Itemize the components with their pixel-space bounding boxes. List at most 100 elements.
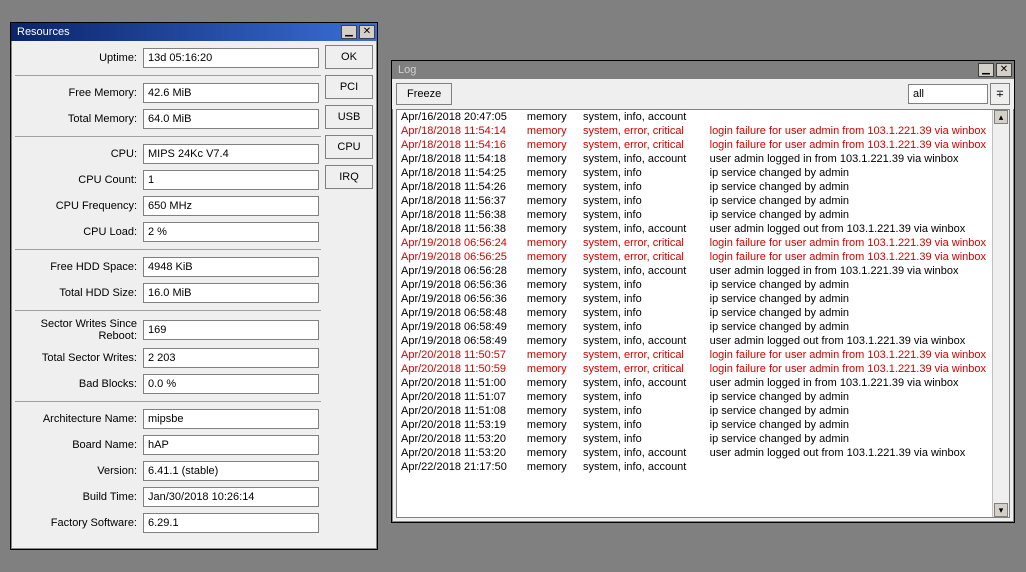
close-icon[interactable]: ✕	[359, 25, 375, 39]
log-buffer: memory	[523, 404, 579, 418]
log-message: ip service changed by admin	[706, 418, 992, 432]
log-row[interactable]: Apr/18/2018 11:56:38memorysystem, infoip…	[397, 208, 992, 222]
filter-select[interactable]: all	[908, 84, 988, 104]
log-message: login failure for user admin from 103.1.…	[706, 348, 992, 362]
log-buffer: memory	[523, 180, 579, 194]
field-label: CPU Frequency:	[15, 200, 143, 212]
log-time: Apr/18/2018 11:56:37	[397, 194, 523, 208]
usb-button[interactable]: USB	[325, 105, 373, 129]
log-row[interactable]: Apr/20/2018 11:53:20memorysystem, infoip…	[397, 432, 992, 446]
log-row[interactable]: Apr/19/2018 06:56:28memorysystem, info, …	[397, 264, 992, 278]
log-topics: system, info	[579, 404, 706, 418]
log-titlebar[interactable]: Log ▁ ✕	[392, 61, 1014, 79]
log-message: login failure for user admin from 103.1.…	[706, 250, 992, 264]
log-row[interactable]: Apr/19/2018 06:56:25memorysystem, error,…	[397, 250, 992, 264]
field-value: Jan/30/2018 10:26:14	[143, 487, 319, 507]
field-label: Sector Writes Since Reboot:	[15, 318, 143, 342]
log-title: Log	[394, 64, 416, 76]
field-label: CPU Count:	[15, 174, 143, 186]
log-time: Apr/18/2018 11:54:26	[397, 180, 523, 194]
log-topics: system, info	[579, 292, 706, 306]
log-time: Apr/19/2018 06:56:36	[397, 278, 523, 292]
log-topics: system, info, account	[579, 152, 706, 166]
log-row[interactable]: Apr/19/2018 06:56:24memorysystem, error,…	[397, 236, 992, 250]
field-label: Bad Blocks:	[15, 378, 143, 390]
field-label: Factory Software:	[15, 517, 143, 529]
log-topics: system, info, account	[579, 446, 706, 460]
log-row[interactable]: Apr/18/2018 11:54:18memorysystem, info, …	[397, 152, 992, 166]
pci-button[interactable]: PCI	[325, 75, 373, 99]
resources-titlebar[interactable]: Resources ▁ ✕	[11, 23, 377, 41]
log-topics: system, info	[579, 432, 706, 446]
log-time: Apr/20/2018 11:51:08	[397, 404, 523, 418]
log-time: Apr/19/2018 06:58:49	[397, 334, 523, 348]
log-scrollbar[interactable]: ▴ ▾	[992, 110, 1009, 517]
log-row[interactable]: Apr/22/2018 21:17:50memorysystem, info, …	[397, 460, 992, 474]
log-topics: system, error, critical	[579, 362, 706, 376]
scroll-up-icon[interactable]: ▴	[994, 110, 1008, 124]
log-row[interactable]: Apr/16/2018 20:47:05memorysystem, info, …	[397, 110, 992, 124]
log-row[interactable]: Apr/20/2018 11:53:20memorysystem, info, …	[397, 446, 992, 460]
log-topics: system, info, account	[579, 376, 706, 390]
log-topics: system, info	[579, 208, 706, 222]
scroll-down-icon[interactable]: ▾	[994, 503, 1008, 517]
log-row[interactable]: Apr/18/2018 11:54:16memorysystem, error,…	[397, 138, 992, 152]
log-row[interactable]: Apr/20/2018 11:51:07memorysystem, infoip…	[397, 390, 992, 404]
close-icon[interactable]: ✕	[996, 63, 1012, 77]
field-value: 2 203	[143, 348, 319, 368]
log-row[interactable]: Apr/20/2018 11:51:08memorysystem, infoip…	[397, 404, 992, 418]
field-value: 1	[143, 170, 319, 190]
field-label: CPU:	[15, 148, 143, 160]
log-time: Apr/19/2018 06:56:36	[397, 292, 523, 306]
minimize-icon[interactable]: ▁	[341, 25, 357, 39]
log-message: user admin logged out from 103.1.221.39 …	[706, 334, 992, 348]
log-row[interactable]: Apr/19/2018 06:56:36memorysystem, infoip…	[397, 278, 992, 292]
log-row[interactable]: Apr/20/2018 11:53:19memorysystem, infoip…	[397, 418, 992, 432]
field-row: Total HDD Size:16.0 MiB	[15, 283, 321, 303]
log-message	[706, 110, 992, 124]
log-row[interactable]: Apr/18/2018 11:54:26memorysystem, infoip…	[397, 180, 992, 194]
log-buffer: memory	[523, 124, 579, 138]
filter-funnel-icon[interactable]: ∓	[990, 83, 1010, 105]
field-row: CPU Count:1	[15, 170, 321, 190]
log-message: ip service changed by admin	[706, 166, 992, 180]
log-row[interactable]: Apr/19/2018 06:56:36memorysystem, infoip…	[397, 292, 992, 306]
log-buffer: memory	[523, 446, 579, 460]
log-row[interactable]: Apr/19/2018 06:58:49memorysystem, info, …	[397, 334, 992, 348]
log-row[interactable]: Apr/19/2018 06:58:48memorysystem, infoip…	[397, 306, 992, 320]
log-row[interactable]: Apr/20/2018 11:51:00memorysystem, info, …	[397, 376, 992, 390]
log-time: Apr/18/2018 11:56:38	[397, 208, 523, 222]
log-message: login failure for user admin from 103.1.…	[706, 362, 992, 376]
log-time: Apr/16/2018 20:47:05	[397, 110, 523, 124]
log-topics: system, info, account	[579, 460, 706, 474]
log-row[interactable]: Apr/19/2018 06:58:49memorysystem, infoip…	[397, 320, 992, 334]
field-row: Board Name:hAP	[15, 435, 321, 455]
log-buffer: memory	[523, 334, 579, 348]
log-time: Apr/22/2018 21:17:50	[397, 460, 523, 474]
irq-button[interactable]: IRQ	[325, 165, 373, 189]
log-message: login failure for user admin from 103.1.…	[706, 236, 992, 250]
freeze-button[interactable]: Freeze	[396, 83, 452, 105]
field-label: Build Time:	[15, 491, 143, 503]
log-message: ip service changed by admin	[706, 292, 992, 306]
field-row: Free Memory:42.6 MiB	[15, 83, 321, 103]
log-message: user admin logged out from 103.1.221.39 …	[706, 446, 992, 460]
log-topics: system, error, critical	[579, 250, 706, 264]
minimize-icon[interactable]: ▁	[978, 63, 994, 77]
log-topics: system, info	[579, 390, 706, 404]
log-row[interactable]: Apr/18/2018 11:54:25memorysystem, infoip…	[397, 166, 992, 180]
ok-button[interactable]: OK	[325, 45, 373, 69]
field-value: MIPS 24Kc V7.4	[143, 144, 319, 164]
log-row[interactable]: Apr/20/2018 11:50:57memorysystem, error,…	[397, 348, 992, 362]
cpu-button[interactable]: CPU	[325, 135, 373, 159]
log-time: Apr/18/2018 11:54:16	[397, 138, 523, 152]
log-row[interactable]: Apr/20/2018 11:50:59memorysystem, error,…	[397, 362, 992, 376]
log-row[interactable]: Apr/18/2018 11:54:14memorysystem, error,…	[397, 124, 992, 138]
log-buffer: memory	[523, 278, 579, 292]
log-row[interactable]: Apr/18/2018 11:56:38memorysystem, info, …	[397, 222, 992, 236]
log-time: Apr/19/2018 06:56:28	[397, 264, 523, 278]
log-topics: system, info	[579, 166, 706, 180]
log-row[interactable]: Apr/18/2018 11:56:37memorysystem, infoip…	[397, 194, 992, 208]
field-label: Total Memory:	[15, 113, 143, 125]
log-topics: system, info, account	[579, 110, 706, 124]
